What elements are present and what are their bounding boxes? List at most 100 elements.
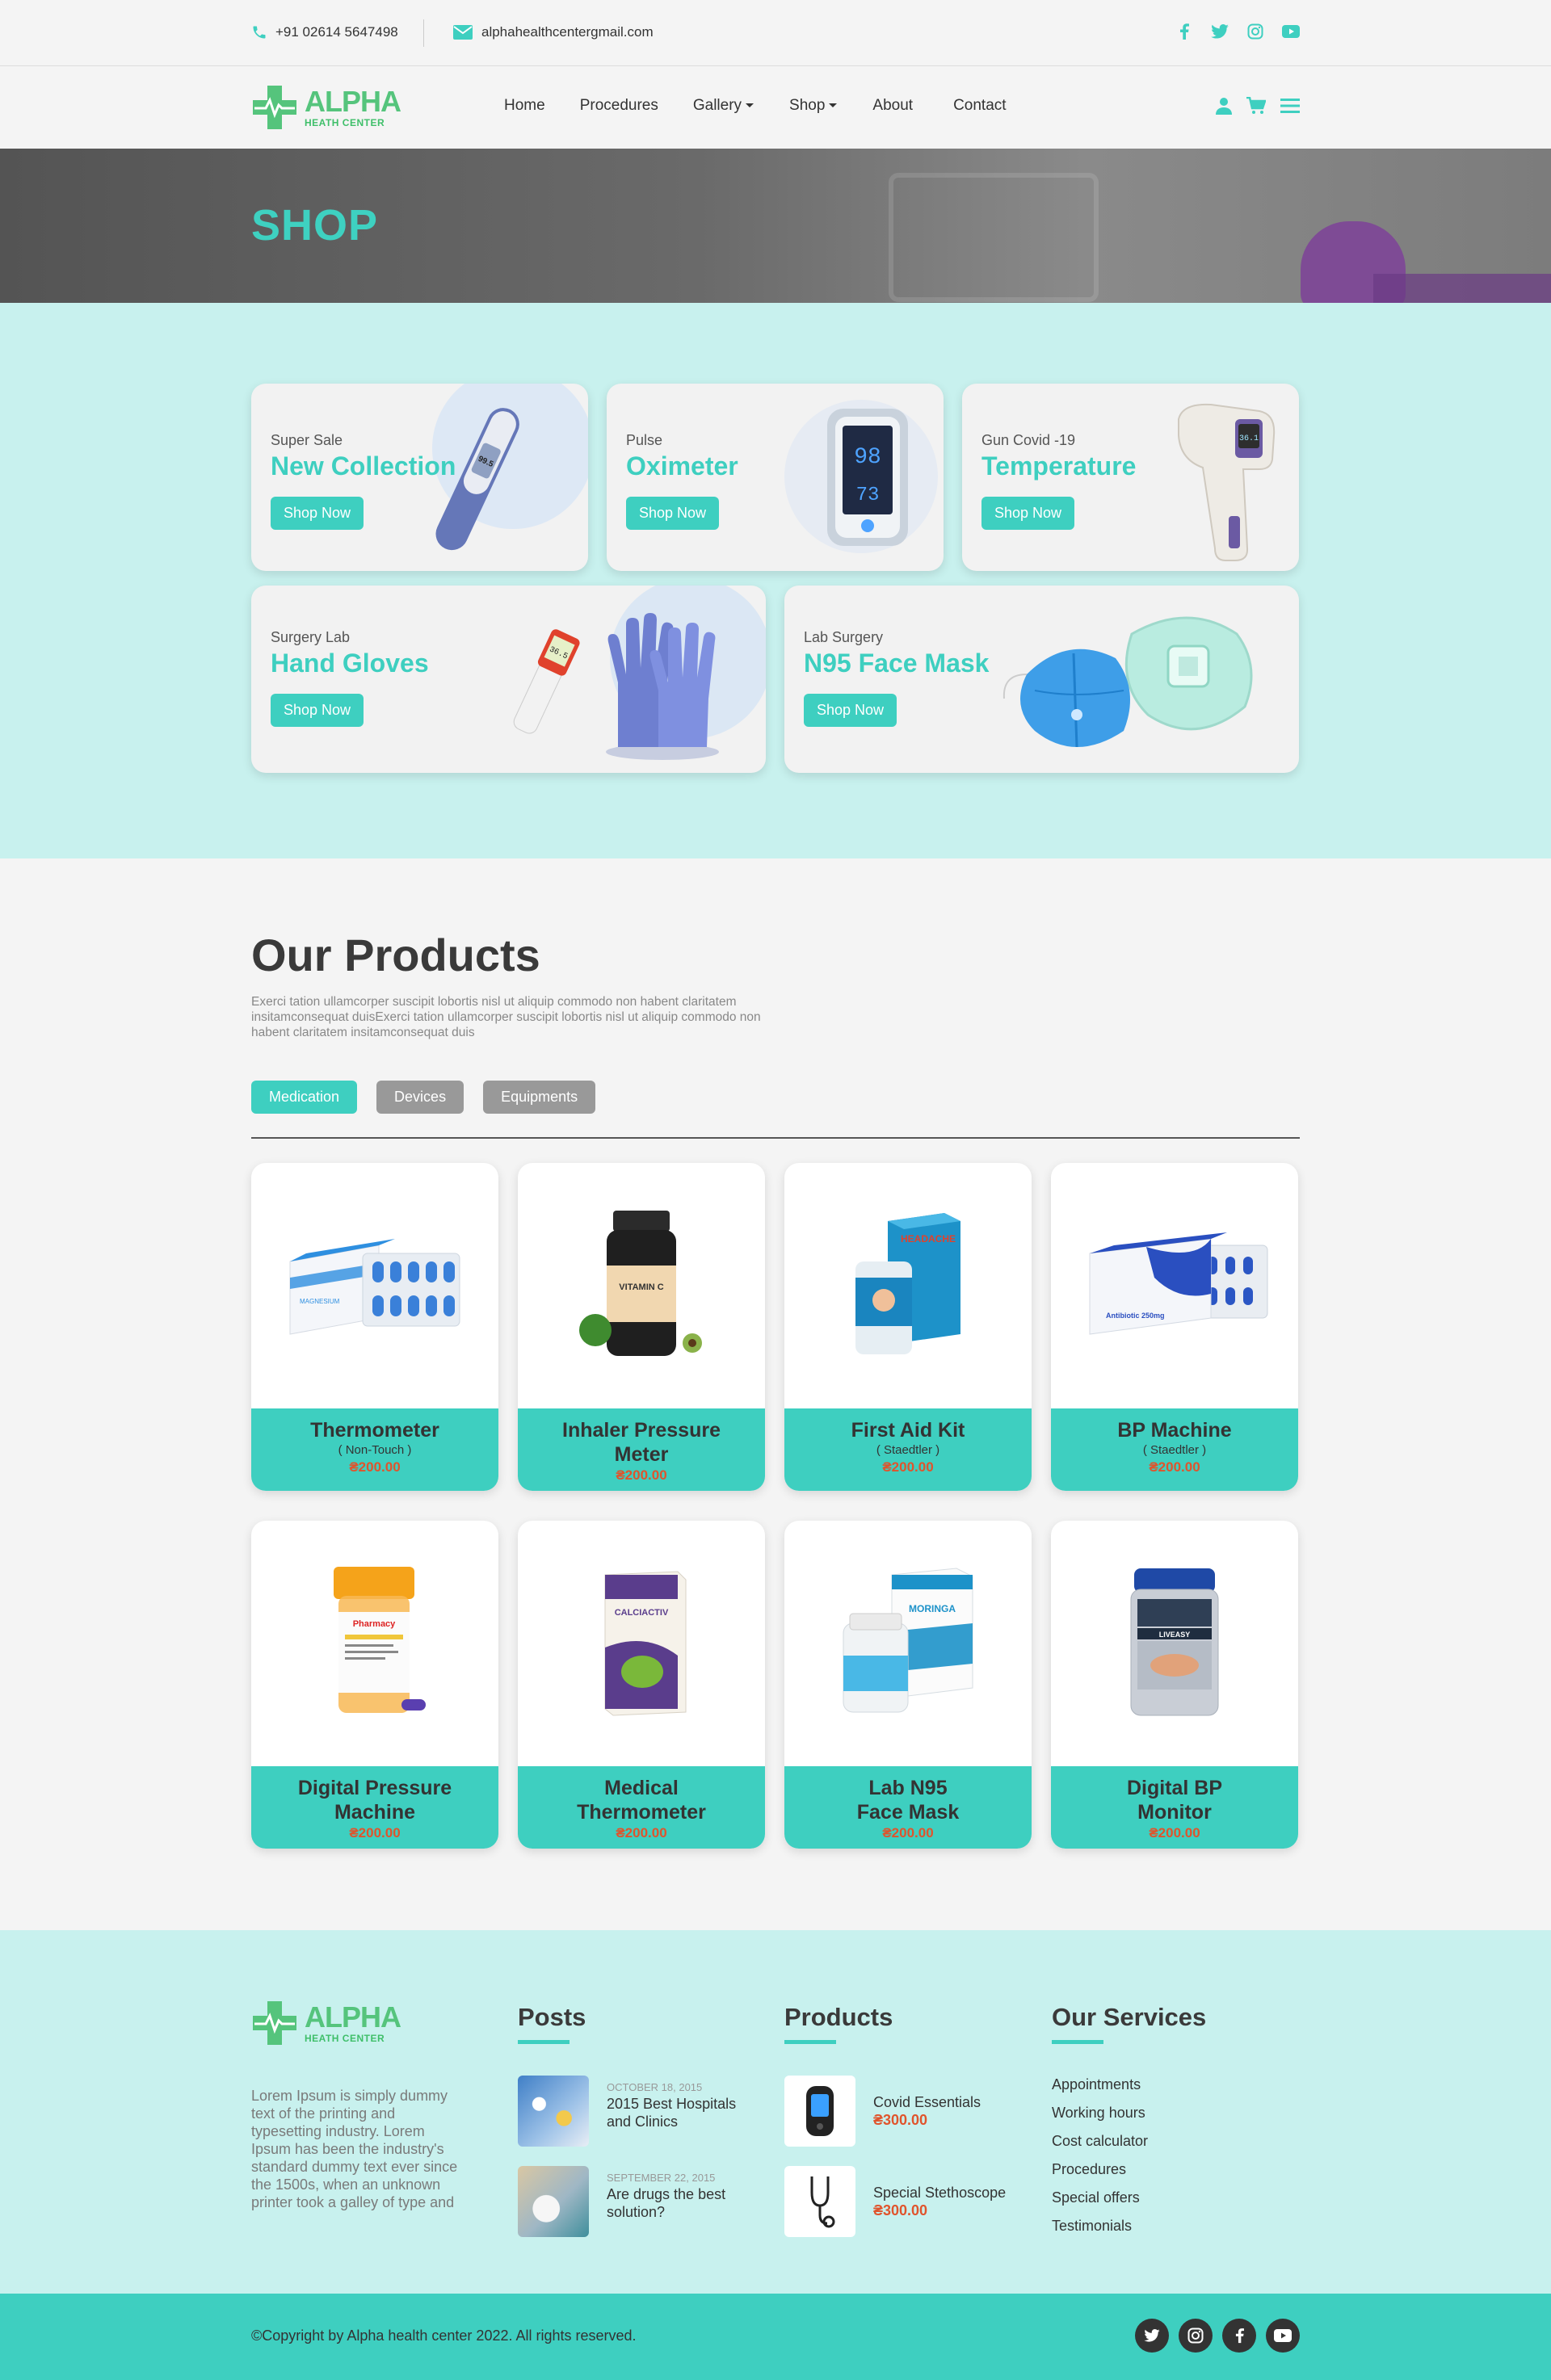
post-date: SEPTEMBER 22, 2015 xyxy=(607,2172,716,2184)
email-address: alphahealthcentergmail.com xyxy=(481,24,654,40)
footer-post-item[interactable]: SEPTEMBER 22, 2015 Are drugs the best so… xyxy=(518,2166,752,2237)
caret-down-icon xyxy=(746,103,754,107)
product-name: Inhaler Pressure Meter xyxy=(562,1419,721,1466)
youtube-icon[interactable] xyxy=(1266,2319,1300,2353)
product-name: Covid Essentials xyxy=(873,2094,981,2110)
nav-home[interactable]: Home xyxy=(504,97,545,115)
instagram-icon[interactable] xyxy=(1179,2319,1213,2353)
post-thumbnail xyxy=(518,2166,589,2237)
contact-divider xyxy=(423,19,424,47)
post-title: Are drugs the best solution? xyxy=(607,2186,726,2220)
service-link-appointments[interactable]: Appointments xyxy=(1052,2071,1148,2099)
shop-now-button[interactable]: Shop Now xyxy=(271,497,364,530)
filter-devices[interactable]: Devices xyxy=(376,1081,464,1114)
thermometer-gun-display-text: 36.1 xyxy=(1239,434,1259,443)
promo-subtitle: Surgery Lab xyxy=(271,629,351,645)
facebook-icon[interactable] xyxy=(1175,23,1193,40)
pack-label: HEADACHE xyxy=(901,1233,956,1245)
product-image: LIVEASY xyxy=(1051,1521,1298,1766)
pack-label: CALCIACTIV xyxy=(615,1608,669,1618)
prescription-bottle-icon: Pharmacy xyxy=(334,1567,426,1713)
product-info: Digital Pressure Machine ₴200.00 xyxy=(251,1766,498,1849)
product-subtitle: ( Staedtler ) xyxy=(1142,1443,1207,1457)
product-card[interactable]: HEADACHE First Aid Kit ( Staedtler ) ₴20… xyxy=(784,1163,1032,1491)
user-icon[interactable] xyxy=(1216,97,1232,115)
instagram-icon[interactable] xyxy=(1246,23,1264,40)
footer-logo[interactable]: ALPHA HEATH CENTER xyxy=(251,2000,401,2046)
product-name: First Aid Kit xyxy=(851,1419,965,1442)
product-price: ₴300.00 xyxy=(873,2112,928,2128)
promo-subtitle: Pulse xyxy=(626,432,663,448)
pill-blister-box-icon: MAGNESIUM xyxy=(289,1239,460,1335)
product-price: ₴300.00 xyxy=(873,2202,928,2218)
product-price: ₴200.00 xyxy=(882,1459,934,1475)
pulse-oximeter-image: 98 73 xyxy=(827,409,908,546)
digital-thermometer-image: 99.5 xyxy=(435,408,519,551)
product-filter-tabs: Medication Devices Equipments xyxy=(251,1081,596,1114)
product-image: Pharmacy xyxy=(251,1521,498,1766)
footer-post-item[interactable]: OCTOBER 18, 2015 2015 Best Hospitals and… xyxy=(518,2076,752,2147)
product-name: BP Machine xyxy=(1117,1419,1232,1442)
phone-contact[interactable]: +91 02614 5647498 xyxy=(251,24,398,40)
service-link-procedures[interactable]: Procedures xyxy=(1052,2155,1148,2184)
shop-now-button[interactable]: Shop Now xyxy=(981,497,1075,530)
footer-product-item[interactable]: Covid Essentials ₴300.00 xyxy=(784,2076,981,2147)
product-price: ₴200.00 xyxy=(1149,1825,1200,1841)
facebook-icon[interactable] xyxy=(1222,2319,1256,2353)
email-contact[interactable]: alphahealthcentergmail.com xyxy=(452,24,654,40)
promo-section: Super Sale New Collection Shop Now 99.5 … xyxy=(0,303,1551,858)
product-card[interactable]: VITAMIN C Inhaler Pressure Meter ₴200.00 xyxy=(518,1163,765,1491)
twitter-icon[interactable] xyxy=(1211,23,1229,40)
product-info: Lab N95 Face Mask ₴200.00 xyxy=(784,1766,1032,1849)
promo-title: New Collection xyxy=(271,451,456,481)
product-card[interactable]: MORINGA Lab N95 Face Mask ₴200.00 xyxy=(784,1521,1032,1849)
product-card[interactable]: Antibiotic 250mg BP Machine ( Staedtler … xyxy=(1051,1163,1298,1491)
nav-gallery[interactable]: Gallery xyxy=(693,97,754,115)
product-price: ₴200.00 xyxy=(1149,1459,1200,1475)
nav-contact[interactable]: Contact xyxy=(953,97,1006,115)
product-thumbnail xyxy=(784,2076,855,2147)
product-card[interactable]: LIVEASY Digital BP Monitor ₴200.00 xyxy=(1051,1521,1298,1849)
filter-medication[interactable]: Medication xyxy=(251,1081,358,1114)
shop-now-button[interactable]: Shop Now xyxy=(271,694,364,727)
headache-relief-pack-icon: HEADACHE xyxy=(855,1213,960,1354)
nav-shop[interactable]: Shop xyxy=(789,97,838,115)
phone-number: +91 02614 5647498 xyxy=(275,24,398,40)
copyright-text: ©Copyright by Alpha health center 2022. … xyxy=(251,2328,637,2344)
page-hero-banner: SHOP xyxy=(0,149,1551,303)
product-card[interactable]: Pharmacy Digital Pressure Machine ₴200.0… xyxy=(251,1521,498,1849)
footer-product-item[interactable]: Special Stethoscope ₴300.00 xyxy=(784,2166,1006,2237)
product-subtitle: ( Staedtler ) xyxy=(876,1443,940,1457)
stethoscope-icon xyxy=(810,2176,835,2228)
product-card[interactable]: MAGNESIUM Thermometer ( Non-Touch ) ₴200… xyxy=(251,1163,498,1491)
service-link-cost-calculator[interactable]: Cost calculator xyxy=(1052,2127,1148,2155)
nav-procedures[interactable]: Procedures xyxy=(580,97,658,115)
shop-now-button[interactable]: Shop Now xyxy=(804,694,897,727)
twitter-icon[interactable] xyxy=(1135,2319,1169,2353)
moringa-supplement-icon: MORINGA xyxy=(843,1568,973,1713)
product-image: VITAMIN C xyxy=(518,1163,765,1408)
oximeter-device-icon xyxy=(806,2086,834,2136)
copyright-label: Copyright by Alpha health center 2022. A… xyxy=(262,2328,637,2344)
site-logo[interactable]: ALPHA HEATH CENTER xyxy=(251,84,401,131)
product-subtitle: ( Non-Touch ) xyxy=(338,1443,412,1457)
nav-about[interactable]: About xyxy=(872,97,913,115)
service-link-special-offers[interactable]: Special offers xyxy=(1052,2184,1148,2212)
n95-masks-image xyxy=(1002,616,1253,748)
product-price: ₴200.00 xyxy=(616,1825,667,1841)
product-name: Digital BP Monitor xyxy=(1126,1777,1223,1824)
filter-equipments[interactable]: Equipments xyxy=(483,1081,596,1114)
mail-icon xyxy=(453,25,473,40)
hamburger-menu-icon[interactable] xyxy=(1280,98,1300,114)
filter-divider xyxy=(251,1137,1300,1139)
product-info: BP Machine ( Staedtler ) ₴200.00 xyxy=(1051,1408,1298,1491)
service-link-working-hours[interactable]: Working hours xyxy=(1052,2099,1148,2127)
youtube-icon[interactable] xyxy=(1282,23,1300,40)
shop-now-button[interactable]: Shop Now xyxy=(626,497,720,530)
vitamin-bottle-icon: VITAMIN C xyxy=(579,1211,702,1356)
service-link-testimonials[interactable]: Testimonials xyxy=(1052,2212,1148,2240)
promo-card-new-collection: Super Sale New Collection Shop Now 99.5 xyxy=(251,384,588,571)
brand-tagline: HEATH CENTER xyxy=(305,117,385,128)
cart-icon[interactable] xyxy=(1246,97,1266,115)
product-card[interactable]: CALCIACTIV Medical Thermometer ₴200.00 xyxy=(518,1521,765,1849)
